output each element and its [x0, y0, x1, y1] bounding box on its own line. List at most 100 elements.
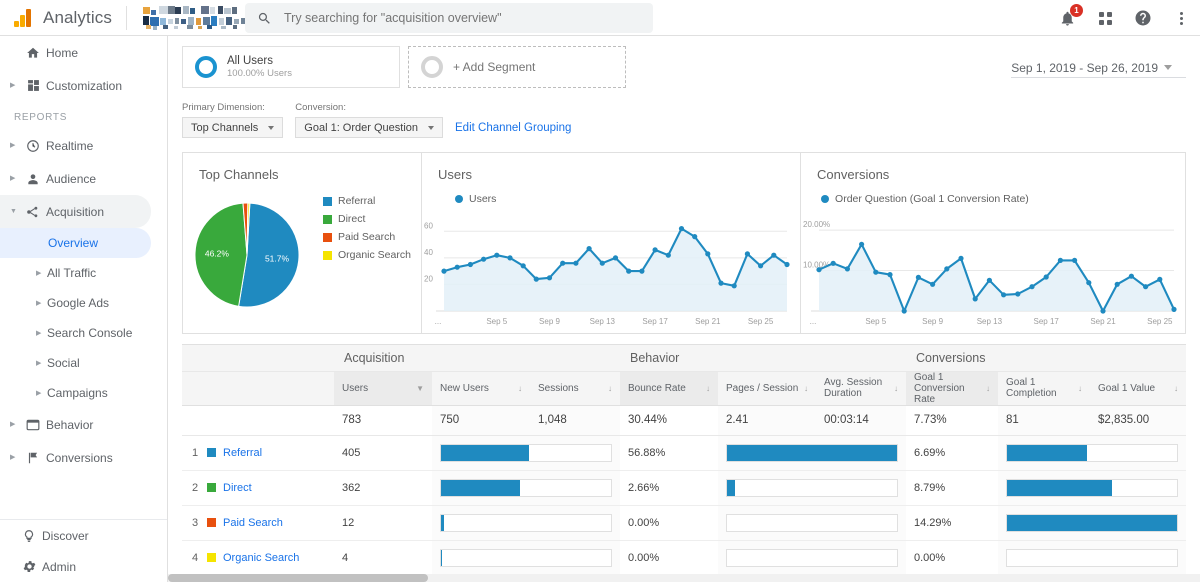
- row-channel-link[interactable]: Referral: [223, 447, 262, 459]
- chevron-right-icon[interactable]: ▶: [36, 359, 47, 367]
- sidebar-item-customization[interactable]: ▶ Customization: [0, 69, 167, 102]
- sidebar-item-social[interactable]: ▶ Social: [0, 348, 167, 378]
- more-options-button[interactable]: [1170, 7, 1192, 29]
- sort-icon[interactable]: ↓: [894, 384, 898, 393]
- chevron-down-icon[interactable]: [1164, 65, 1172, 70]
- chevron-right-icon[interactable]: ▶: [36, 299, 47, 307]
- legend-item-paid-search[interactable]: Paid Search: [323, 231, 411, 243]
- table-row[interactable]: 3 Paid Search 12 0.00%: [182, 505, 1186, 540]
- table-row[interactable]: 2 Direct 362 2.66% 8.: [182, 470, 1186, 505]
- sidebar-item-home[interactable]: Home: [0, 36, 167, 69]
- notifications-button[interactable]: 1: [1056, 7, 1078, 29]
- segment-all-users[interactable]: All Users 100.00% Users: [182, 46, 400, 88]
- lightbulb-icon: [16, 529, 42, 543]
- table-row[interactable]: 4 Organic Search 4 0.00%: [182, 540, 1186, 575]
- help-button[interactable]: [1132, 7, 1154, 29]
- search-input[interactable]: [284, 11, 624, 25]
- sidebar-item-campaigns[interactable]: ▶ Campaigns: [0, 378, 167, 408]
- column-header-blank: [182, 371, 334, 405]
- sidebar-item-overview[interactable]: Overview: [0, 228, 151, 258]
- chevron-right-icon[interactable]: ▶: [36, 269, 47, 277]
- chevron-right-icon[interactable]: ▶: [36, 389, 47, 397]
- chevron-down-icon[interactable]: [268, 126, 274, 130]
- sidebar-subitem-label: Overview: [48, 236, 98, 250]
- add-segment-button[interactable]: + Add Segment: [408, 46, 626, 88]
- svg-text:46.2%: 46.2%: [205, 249, 230, 259]
- sidebar-item-search-console[interactable]: ▶ Search Console: [0, 318, 167, 348]
- date-range-selector[interactable]: Sep 1, 2019 - Sep 26, 2019: [1011, 61, 1186, 78]
- chevron-right-icon[interactable]: ▶: [10, 142, 20, 149]
- row-channel-link[interactable]: Direct: [223, 482, 252, 494]
- legend-item-direct[interactable]: Direct: [323, 213, 411, 225]
- row-users: 405: [334, 435, 432, 470]
- column-header-bounce-rate[interactable]: Bounce Rate↓: [620, 371, 718, 405]
- svg-text:Sep 21: Sep 21: [1090, 317, 1116, 326]
- column-header-pages-per-session[interactable]: Pages / Session↓: [718, 371, 816, 405]
- sort-icon[interactable]: ↓: [518, 384, 522, 393]
- sidebar-item-label: Admin: [42, 560, 76, 574]
- row-channel-link[interactable]: Organic Search: [223, 552, 299, 564]
- row-users: 4: [334, 540, 432, 575]
- conversion-block: Conversion: Goal 1: Order Question: [295, 102, 443, 138]
- column-header-avg-session-duration[interactable]: Avg. Session Duration↓: [816, 371, 906, 405]
- conversion-select[interactable]: Goal 1: Order Question: [295, 117, 443, 138]
- scrollbar-thumb[interactable]: [168, 574, 428, 582]
- users-legend[interactable]: Users: [455, 193, 496, 205]
- sort-icon[interactable]: ↓: [706, 384, 710, 393]
- sidebar-item-all-traffic[interactable]: ▶ All Traffic: [0, 258, 167, 288]
- legend-item-organic-search[interactable]: Organic Search: [323, 249, 411, 261]
- chevron-right-icon[interactable]: ▶: [10, 175, 20, 182]
- sidebar-item-acquisition[interactable]: ▼ Acquisition: [0, 195, 151, 228]
- sidebar-subitem-label: Campaigns: [47, 386, 108, 400]
- primary-dimension-select[interactable]: Top Channels: [182, 117, 283, 138]
- column-header-goal1-value[interactable]: Goal 1 Value↓: [1090, 371, 1186, 405]
- sort-icon[interactable]: ↓: [986, 384, 990, 393]
- chevron-right-icon[interactable]: ▶: [10, 454, 20, 461]
- chevron-down-icon[interactable]: ▼: [10, 208, 20, 215]
- chevron-down-icon[interactable]: [428, 126, 434, 130]
- column-header-sessions[interactable]: Sessions↓: [530, 371, 620, 405]
- sidebar-item-google-ads[interactable]: ▶ Google Ads: [0, 288, 167, 318]
- chevron-right-icon[interactable]: ▶: [36, 329, 47, 337]
- row-channel-link[interactable]: Paid Search: [223, 517, 283, 529]
- legend-label: Direct: [338, 213, 365, 225]
- users-card: Users Users 204060Sep 5Sep 9Sep 13Sep 17…: [421, 153, 800, 333]
- sort-icon[interactable]: ↓: [1174, 384, 1178, 393]
- sidebar-item-label: Acquisition: [46, 205, 104, 219]
- apps-button[interactable]: [1094, 7, 1116, 29]
- date-range-value: Sep 1, 2019 - Sep 26, 2019: [1011, 61, 1158, 75]
- chevron-right-icon[interactable]: ▶: [10, 82, 20, 89]
- sidebar-item-realtime[interactable]: ▶ Realtime: [0, 129, 167, 162]
- conversions-legend[interactable]: Order Question (Goal 1 Conversion Rate): [821, 193, 1029, 205]
- flag-icon: [20, 451, 46, 465]
- legend-item-referral[interactable]: Referral: [323, 195, 411, 207]
- sidebar-item-admin[interactable]: Admin: [0, 551, 167, 582]
- sidebar-item-conversions[interactable]: ▶ Conversions: [0, 441, 167, 474]
- sidebar-subitem-label: All Traffic: [47, 266, 96, 280]
- column-header-goal1-conversion-rate[interactable]: Goal 1 Conversion Rate↓: [906, 371, 998, 405]
- column-header-users[interactable]: Users▼: [334, 371, 432, 405]
- sort-icon[interactable]: ↓: [804, 384, 808, 393]
- horizontal-scrollbar[interactable]: [168, 574, 1200, 582]
- sidebar-item-discover[interactable]: Discover: [0, 520, 167, 551]
- sort-icon[interactable]: ↓: [1078, 384, 1082, 393]
- sidebar-subitem-label: Social: [47, 356, 80, 370]
- sidebar-item-behavior[interactable]: ▶ Behavior: [0, 408, 167, 441]
- table-row[interactable]: 1 Referral 405 56.88%: [182, 435, 1186, 470]
- global-search[interactable]: [245, 3, 653, 33]
- edit-channel-grouping-link[interactable]: Edit Channel Grouping: [455, 122, 571, 134]
- group-conversions: Conversions: [906, 345, 1186, 371]
- primary-dimension-label: Primary Dimension:: [182, 102, 283, 113]
- column-header-goal1-completion[interactable]: Goal 1 Completion↓: [998, 371, 1090, 405]
- sort-desc-icon[interactable]: ▼: [416, 384, 424, 393]
- row-goal1-bar: [998, 470, 1186, 505]
- primary-dimension-value: Top Channels: [191, 122, 258, 134]
- top-app-bar: Analytics: [0, 0, 1200, 36]
- channels-table-wrap: Acquisition Behavior Conversions Users▼ …: [182, 344, 1186, 582]
- legend-label: Organic Search: [338, 249, 411, 261]
- column-header-new-users[interactable]: New Users↓: [432, 371, 530, 405]
- sort-icon[interactable]: ↓: [608, 384, 612, 393]
- sidebar-item-audience[interactable]: ▶ Audience: [0, 162, 167, 195]
- segment-donut-icon: [195, 56, 217, 78]
- chevron-right-icon[interactable]: ▶: [10, 421, 20, 428]
